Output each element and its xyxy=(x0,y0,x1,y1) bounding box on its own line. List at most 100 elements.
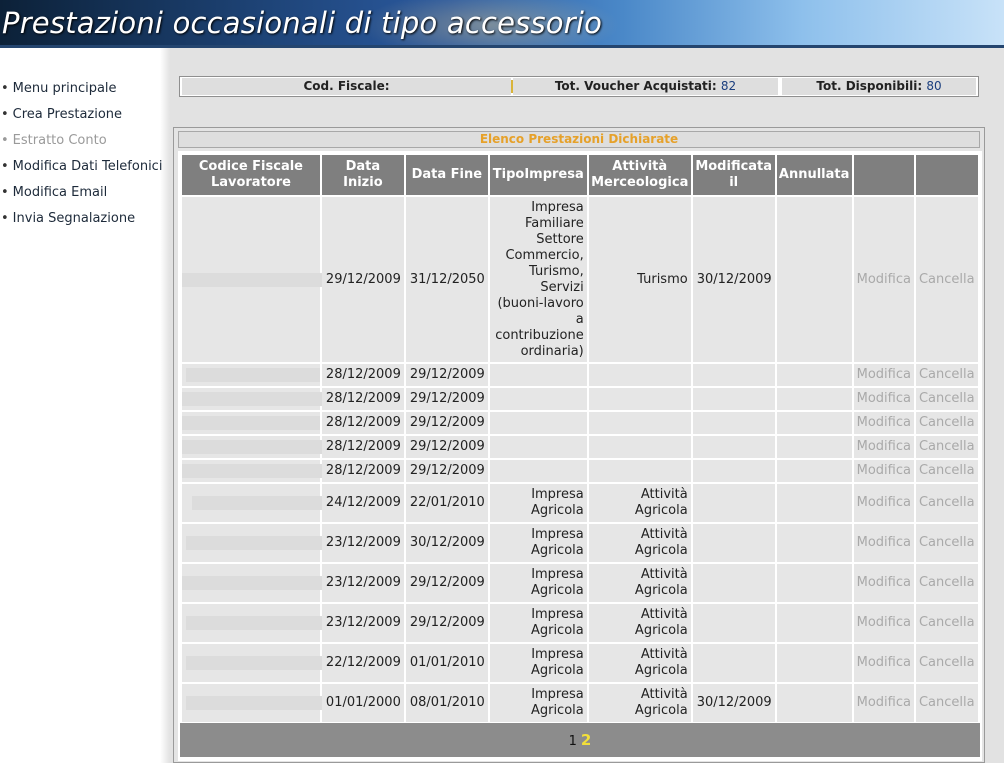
nav-link-modifica-email[interactable]: Modifica Email xyxy=(13,185,108,200)
cell-modifica: Modifica xyxy=(851,682,916,724)
cell-data-fine: 31/12/2050 xyxy=(403,195,490,364)
redaction-block xyxy=(182,416,320,430)
cell-data-inizio: 22/12/2009 xyxy=(319,642,406,684)
redaction-block xyxy=(186,696,322,710)
cell-modifica: Modifica xyxy=(851,522,916,564)
cell-annullata xyxy=(774,482,854,524)
col-header-tipo-impresa: TipoImpresa xyxy=(487,153,589,197)
cancel-link[interactable]: Cancella xyxy=(919,439,975,454)
bullet-icon: • xyxy=(1,211,9,226)
col-header-modifica xyxy=(851,153,916,197)
cell-annullata xyxy=(774,602,854,644)
cell-data-inizio: 23/12/2009 xyxy=(319,522,406,564)
cell-annullata xyxy=(774,458,854,484)
cell-modificata xyxy=(690,522,777,564)
cell-codice-fiscale-redacted xyxy=(180,482,322,524)
nav-link-crea-prestazione[interactable]: Crea Prestazione xyxy=(13,107,122,122)
nav-link-menu-principale[interactable]: Menu principale xyxy=(13,81,117,96)
cell-codice-fiscale-redacted xyxy=(180,434,322,460)
cell-modificata xyxy=(690,562,777,604)
left-navigation: • Menu principale • Crea Prestazione • Estr… xyxy=(0,80,170,236)
cell-modificata xyxy=(690,482,777,524)
cancel-link[interactable]: Cancella xyxy=(919,695,975,710)
modify-link[interactable]: Modifica xyxy=(857,439,911,454)
list-title: Elenco Prestazioni Dichiarate xyxy=(178,131,980,148)
cell-cancella: Cancella xyxy=(913,522,981,564)
table-row: 28/12/2009 29/12/2009 Modifica Cancella xyxy=(180,458,981,484)
page-link-1[interactable]: 1 xyxy=(569,734,577,749)
page-link-2-current[interactable]: 2 xyxy=(581,731,591,749)
cell-tipo-impresa: Impresa Agricola xyxy=(487,682,589,724)
fiscal-code-label: Cod. Fiscale: xyxy=(303,79,390,93)
cell-cancella: Cancella xyxy=(913,682,981,724)
modify-link[interactable]: Modifica xyxy=(857,495,911,510)
modify-link[interactable]: Modifica xyxy=(857,367,911,382)
cell-data-inizio: 28/12/2009 xyxy=(319,434,406,460)
modify-link[interactable]: Modifica xyxy=(857,575,911,590)
cell-data-inizio: 29/12/2009 xyxy=(319,195,406,364)
cancel-link[interactable]: Cancella xyxy=(919,463,975,478)
cell-codice-fiscale-redacted xyxy=(180,682,322,724)
cancel-link[interactable]: Cancella xyxy=(919,655,975,670)
col-header-annullata: Annullata xyxy=(774,153,854,197)
cell-tipo-impresa: Impresa Agricola xyxy=(487,642,589,684)
bullet-icon: • xyxy=(1,107,9,122)
modify-link[interactable]: Modifica xyxy=(857,415,911,430)
cell-codice-fiscale-redacted xyxy=(180,410,322,436)
cancel-link[interactable]: Cancella xyxy=(919,575,975,590)
cell-tipo-impresa xyxy=(487,434,589,460)
col-header-cancella xyxy=(913,153,981,197)
cell-modifica: Modifica xyxy=(851,602,916,644)
nav-item-crea-prestazione: • Crea Prestazione xyxy=(0,106,170,132)
redaction-block xyxy=(186,616,322,630)
cancel-link[interactable]: Cancella xyxy=(919,615,975,630)
cell-data-fine: 29/12/2009 xyxy=(403,458,490,484)
cell-modificata xyxy=(690,434,777,460)
cell-modifica: Modifica xyxy=(851,458,916,484)
table-row: 28/12/2009 29/12/2009 Modifica Cancella xyxy=(180,386,981,412)
cancel-link[interactable]: Cancella xyxy=(919,495,975,510)
cell-modificata xyxy=(690,386,777,412)
cell-modificata: 30/12/2009 xyxy=(690,682,777,724)
modify-link[interactable]: Modifica xyxy=(857,655,911,670)
bullet-icon: • xyxy=(1,159,9,174)
cell-attivita xyxy=(586,410,693,436)
modify-link[interactable]: Modifica xyxy=(857,535,911,550)
cell-cancella: Cancella xyxy=(913,362,981,388)
cell-modificata xyxy=(690,642,777,684)
cell-data-fine: 22/01/2010 xyxy=(403,482,490,524)
cancel-link[interactable]: Cancella xyxy=(919,367,975,382)
cell-data-inizio: 28/12/2009 xyxy=(319,458,406,484)
cell-tipo-impresa: Impresa Agricola xyxy=(487,562,589,604)
cancel-link[interactable]: Cancella xyxy=(919,391,975,406)
modify-link[interactable]: Modifica xyxy=(857,463,911,478)
cell-cancella: Cancella xyxy=(913,458,981,484)
modify-link[interactable]: Modifica xyxy=(857,391,911,406)
nav-item-modifica-dati-telefonici: • Modifica Dati Telefonici xyxy=(0,158,170,184)
nav-link-modifica-dati-telefonici[interactable]: Modifica Dati Telefonici xyxy=(13,159,163,174)
cell-data-inizio: 28/12/2009 xyxy=(319,386,406,412)
cell-modifica: Modifica xyxy=(851,434,916,460)
vouchers-acquired-label: Tot. Voucher Acquistati: xyxy=(554,79,717,93)
cell-tipo-impresa: Impresa Familiare Settore Commercio, Tur… xyxy=(487,195,589,364)
vouchers-available-label: Tot. Disponibili: xyxy=(816,79,923,93)
cell-data-inizio: 28/12/2009 xyxy=(319,410,406,436)
col-header-modificata: Modificata il xyxy=(690,153,777,197)
cancel-link[interactable]: Cancella xyxy=(919,272,975,287)
nav-link-invia-segnalazione[interactable]: Invia Segnalazione xyxy=(13,211,135,226)
cancel-link[interactable]: Cancella xyxy=(919,535,975,550)
cell-modificata xyxy=(690,410,777,436)
modify-link[interactable]: Modifica xyxy=(857,695,911,710)
cell-data-fine: 29/12/2009 xyxy=(403,410,490,436)
vouchers-acquired-cell: Tot. Voucher Acquistati: 82 xyxy=(513,78,778,95)
modify-link[interactable]: Modifica xyxy=(857,615,911,630)
col-header-data-inizio: Data Inizio xyxy=(319,153,406,197)
table-row: 01/01/2000 08/01/2010 Impresa Agricola Atti… xyxy=(180,682,981,724)
cell-modificata xyxy=(690,458,777,484)
redaction-block xyxy=(186,536,322,550)
cell-modifica: Modifica xyxy=(851,562,916,604)
cancel-link[interactable]: Cancella xyxy=(919,415,975,430)
modify-link[interactable]: Modifica xyxy=(857,272,911,287)
cell-modificata: 30/12/2009 xyxy=(690,195,777,364)
cell-data-inizio: 23/12/2009 xyxy=(319,602,406,644)
